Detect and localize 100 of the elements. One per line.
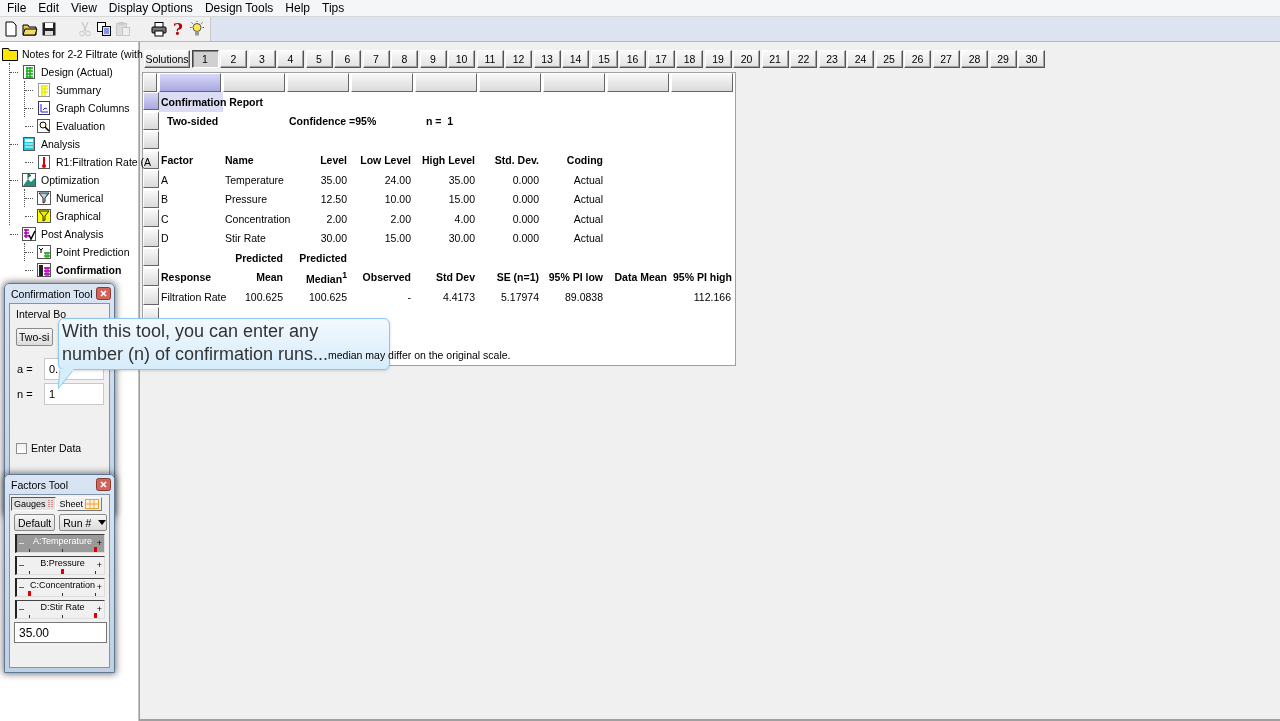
solution-tab[interactable]: 5 [305,50,333,68]
increase-button[interactable]: + [96,582,102,592]
table-cell-text: - [406,290,412,303]
solution-tab[interactable]: 14 [562,50,589,68]
column-header[interactable] [543,73,605,92]
solution-tab[interactable]: 8 [391,50,418,68]
solution-tab[interactable]: 6 [334,50,361,68]
tree-item[interactable]: R1:Filtration Rate (A [56,156,152,168]
row-header[interactable] [143,150,159,169]
slider-thumb[interactable] [28,591,31,596]
solution-tab[interactable]: 15 [590,50,618,68]
column-header[interactable] [479,73,541,92]
solution-tab[interactable]: 18 [676,50,703,68]
increase-button[interactable]: + [96,538,102,548]
tree-item[interactable]: Numerical [56,192,104,204]
menu-item[interactable]: Tips [316,1,351,15]
magnifier-icon [36,118,52,134]
column-header[interactable] [671,73,733,92]
solution-tab[interactable]: 4 [277,50,304,68]
solution-tab[interactable]: 11 [476,50,504,68]
tree-item[interactable]: Analysis [41,138,81,150]
tree-item[interactable]: Optimization [41,174,100,186]
slider-track[interactable]: B:Pressure [28,557,97,574]
factor-slider[interactable]: – + C:Concentration [15,578,105,597]
solution-tab[interactable]: 20 [733,50,760,68]
column-header[interactable] [159,73,221,92]
solution-tab[interactable]: 2 [220,50,247,68]
solution-tab[interactable]: 12 [505,50,532,68]
folder-icon[interactable] [22,21,38,37]
tree-item[interactable]: Summary [56,84,101,96]
factor-slider[interactable]: – + B:Pressure [15,556,105,575]
solution-tab[interactable]: 24 [847,50,874,68]
solution-tab[interactable]: 22 [790,50,817,68]
decrease-button[interactable]: – [19,604,24,614]
close-icon[interactable] [96,478,111,491]
solution-tab[interactable]: 26 [904,50,931,68]
menu-item[interactable]: Display Options [102,1,199,15]
decrease-button[interactable]: – [19,560,24,570]
solution-tab[interactable]: 28 [961,50,988,68]
pages-icon[interactable] [96,21,112,37]
menu-item[interactable]: Edit [32,1,66,15]
slider-thumb[interactable] [94,547,97,552]
tree-item[interactable]: Graph Columns [56,102,130,114]
solution-tab[interactable]: 13 [533,50,561,68]
column-heading: 95% PI low [547,271,604,284]
tree-item[interactable]: Point Prediction [56,246,130,258]
lightbulb-icon[interactable] [189,21,205,37]
tree-item[interactable]: Confirmation [56,264,122,276]
window-title: Confirmation Tool [11,287,93,300]
tool-tab[interactable]: Sheet [56,497,103,511]
close-icon[interactable] [96,287,111,300]
column-header[interactable] [415,73,477,92]
slider-thumb[interactable] [94,613,97,618]
tree-item[interactable]: Evaluation [56,120,106,132]
tree-item[interactable]: Post Analysis [41,228,104,240]
printer-icon[interactable] [151,21,167,37]
run-dropdown[interactable]: Run # [59,514,108,531]
n-field[interactable]: 1 [44,383,104,405]
checkbox[interactable] [16,442,27,454]
tree-item[interactable]: Notes for 2-2 Filtrate (with [22,48,143,60]
solution-tab[interactable]: 19 [704,50,732,68]
solution-tab[interactable]: 3 [248,50,276,68]
solution-tab[interactable]: 27 [932,50,960,68]
menu-item[interactable]: View [65,1,103,15]
value-field[interactable]: 35.00 [14,622,107,643]
slider-thumb[interactable] [61,569,64,574]
solution-tab[interactable]: 23 [818,50,846,68]
tree-item[interactable]: Design (Actual) [41,66,113,78]
table-cell-text: 35.00 [319,173,348,186]
menu-item[interactable]: Help [279,1,317,15]
tree-item[interactable]: Graphical [56,210,101,222]
decrease-button[interactable]: – [19,582,24,592]
solution-tab[interactable]: 9 [419,50,447,68]
solution-tab[interactable]: 25 [875,50,903,68]
increase-button[interactable]: + [96,560,102,570]
column-header[interactable] [223,73,285,92]
solution-tab[interactable]: 16 [619,50,646,68]
solution-tab[interactable]: 1 [191,50,219,68]
solution-tab[interactable]: 21 [761,50,789,68]
solution-tab[interactable]: 29 [989,50,1017,68]
slider-track[interactable]: C:Concentration [28,579,97,596]
factor-slider[interactable]: – + D:Stir Rate [15,600,105,619]
default-button[interactable]: Default [14,514,56,531]
solution-tab[interactable]: 10 [448,50,475,68]
menu-item[interactable]: Design Tools [198,1,280,15]
slider-track[interactable]: D:Stir Rate [28,601,97,618]
help-button[interactable]: ? [170,20,186,38]
page-icon[interactable] [3,21,19,37]
column-header[interactable] [351,73,413,92]
factor-slider[interactable]: – + A:Temperature [15,534,105,553]
solution-tab[interactable]: 30 [1018,50,1045,68]
tool-tab[interactable]: Gauges [11,497,56,511]
menu-item[interactable]: File [1,1,33,15]
column-header[interactable] [607,73,669,92]
column-header[interactable] [287,73,349,92]
increase-button[interactable]: + [96,604,102,614]
solution-tab[interactable]: 7 [362,50,390,68]
bound-dropdown[interactable]: Two-si [16,328,53,346]
solution-tab[interactable]: 17 [647,50,675,68]
table-cell-text: 0.000 [511,193,540,206]
